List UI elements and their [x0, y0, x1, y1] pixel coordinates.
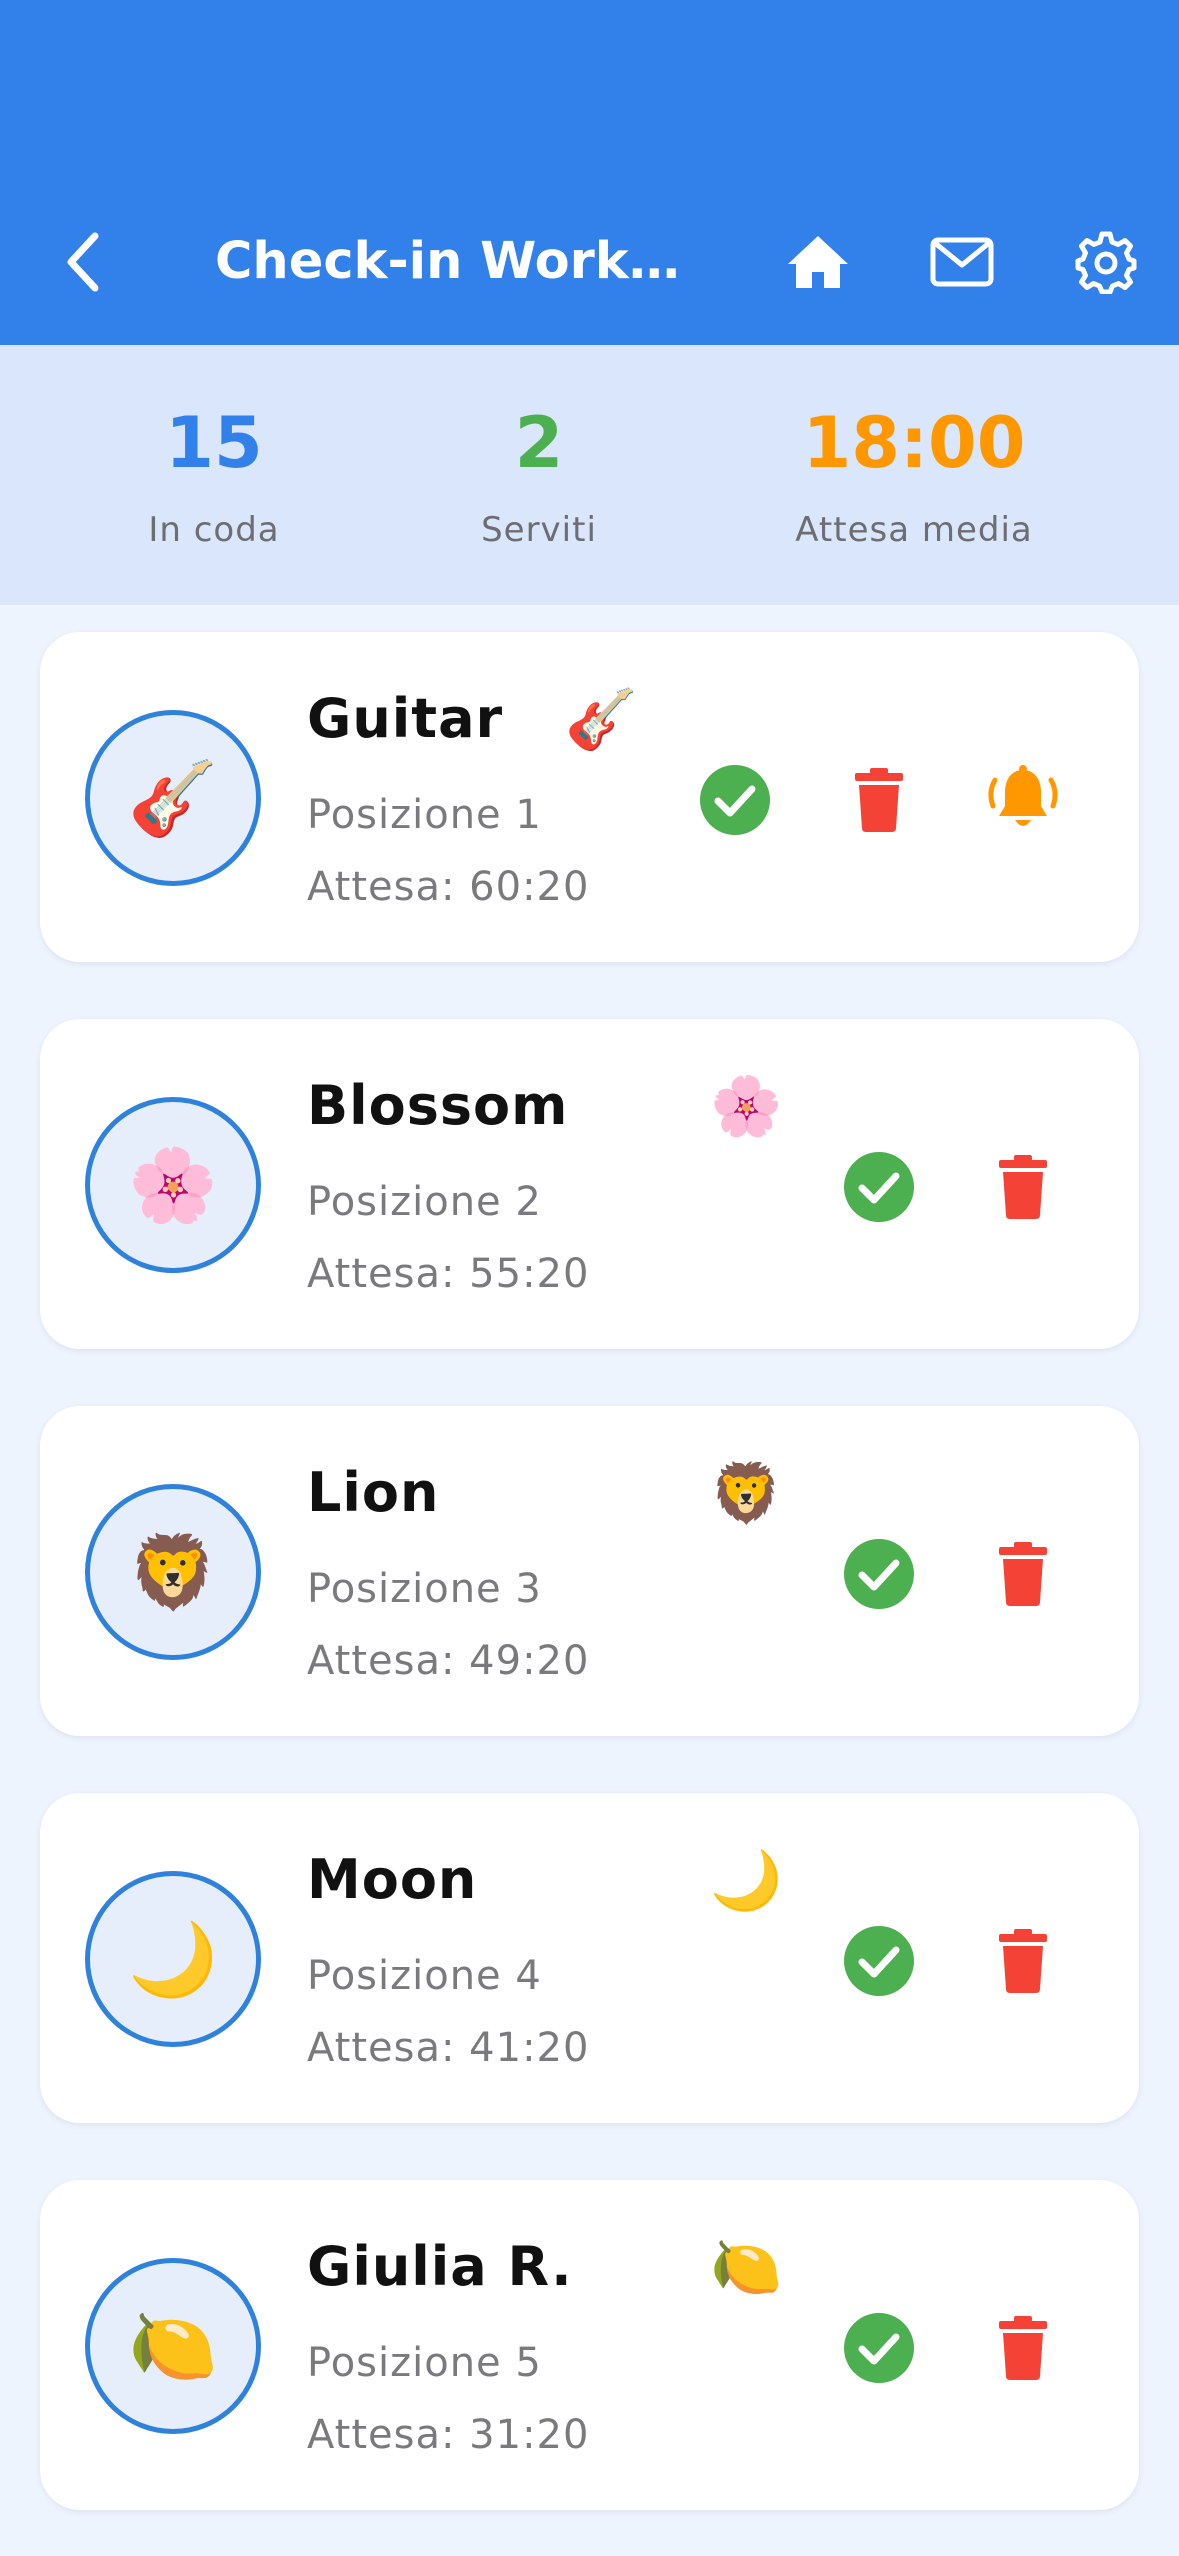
- home-button[interactable]: [778, 222, 858, 302]
- guest-name: Giulia R.: [307, 2235, 573, 2298]
- delete-button[interactable]: [985, 2310, 1061, 2386]
- guest-emoji: 🦁: [710, 1459, 783, 1527]
- stat-in-queue: 15 In coda: [34, 345, 394, 605]
- queue-count: 15: [165, 402, 263, 484]
- check-in-button[interactable]: [841, 2310, 917, 2386]
- check-in-button[interactable]: [841, 1149, 917, 1225]
- notify-button[interactable]: [985, 762, 1061, 838]
- served-count: 2: [514, 402, 564, 484]
- stats-bar: 15 In coda 2 Serviti 18:00 Attesa media: [0, 345, 1179, 605]
- avatar: 🍋: [85, 2258, 261, 2434]
- queue-card: 🌸 Blossom 🌸 Posizione 2 Attesa: 55:20: [40, 1019, 1139, 1349]
- checkmark-circle-icon: [844, 1926, 914, 1996]
- delete-button[interactable]: [985, 1923, 1061, 1999]
- mail-button[interactable]: [922, 222, 1002, 302]
- check-in-button[interactable]: [841, 1536, 917, 1612]
- trash-icon: [999, 2316, 1047, 2380]
- average-wait-label: Attesa media: [795, 510, 1033, 550]
- queue-card: 🍋 Giulia R. 🍋 Posizione 5 Attesa: 31:20: [40, 2180, 1139, 2510]
- wait-time: Attesa: 55:20: [307, 1251, 590, 1297]
- wait-time: Attesa: 41:20: [307, 2025, 590, 2071]
- guest-emoji: 🍋: [710, 2233, 783, 2301]
- queue-position: Posizione 3: [307, 1566, 542, 1612]
- guest-name: Moon: [307, 1848, 478, 1911]
- bell-ringing-icon: [988, 765, 1058, 826]
- trash-icon: [999, 1929, 1047, 1993]
- trash-icon: [999, 1155, 1047, 1219]
- guest-emoji: 🌸: [710, 1072, 783, 1140]
- guest-emoji: 🌙: [710, 1846, 783, 1914]
- trash-icon: [855, 768, 903, 832]
- guest-name: Guitar: [307, 687, 504, 750]
- avatar: 🎸: [85, 710, 261, 886]
- back-button[interactable]: [44, 222, 124, 302]
- gear-icon: [1075, 231, 1137, 294]
- avatar: 🌙: [85, 1871, 261, 2047]
- guest-name: Lion: [307, 1461, 440, 1524]
- chevron-left-icon: [67, 232, 99, 292]
- stat-served: 2 Serviti: [359, 345, 719, 605]
- delete-button[interactable]: [985, 1149, 1061, 1225]
- check-in-button[interactable]: [841, 1923, 917, 1999]
- average-wait-value: 18:00: [802, 402, 1026, 484]
- home-icon: [788, 236, 848, 288]
- guest-name: Blossom: [307, 1074, 569, 1137]
- queue-position: Posizione 5: [307, 2340, 542, 2386]
- checkmark-circle-icon: [844, 1152, 914, 1222]
- queue-card: 🎸 Guitar 🎸 Posizione 1 Attesa: 60:20: [40, 632, 1139, 962]
- served-label: Serviti: [481, 510, 597, 550]
- guest-emoji: 🎸: [565, 685, 638, 753]
- avatar: 🌸: [85, 1097, 261, 1273]
- delete-button[interactable]: [985, 1536, 1061, 1612]
- queue-card: 🦁 Lion 🦁 Posizione 3 Attesa: 49:20: [40, 1406, 1139, 1736]
- mail-icon: [930, 237, 994, 287]
- checkmark-circle-icon: [844, 1539, 914, 1609]
- trash-icon: [999, 1542, 1047, 1606]
- avatar: 🦁: [85, 1484, 261, 1660]
- checkmark-circle-icon: [844, 2313, 914, 2383]
- queue-position: Posizione 2: [307, 1179, 542, 1225]
- queue-position: Posizione 4: [307, 1953, 542, 1999]
- queue-position: Posizione 1: [307, 792, 542, 838]
- wait-time: Attesa: 31:20: [307, 2412, 590, 2458]
- wait-time: Attesa: 60:20: [307, 864, 590, 910]
- queue-label: In coda: [148, 510, 280, 550]
- app-header: Check-in Worksh…: [0, 0, 1179, 345]
- wait-time: Attesa: 49:20: [307, 1638, 590, 1684]
- check-in-button[interactable]: [697, 762, 773, 838]
- checkmark-circle-icon: [700, 765, 770, 835]
- page-title: Check-in Worksh…: [215, 232, 685, 291]
- settings-button[interactable]: [1066, 222, 1146, 302]
- stat-average-wait: 18:00 Attesa media: [734, 345, 1094, 605]
- queue-card: 🌙 Moon 🌙 Posizione 4 Attesa: 41:20: [40, 1793, 1139, 2123]
- delete-button[interactable]: [841, 762, 917, 838]
